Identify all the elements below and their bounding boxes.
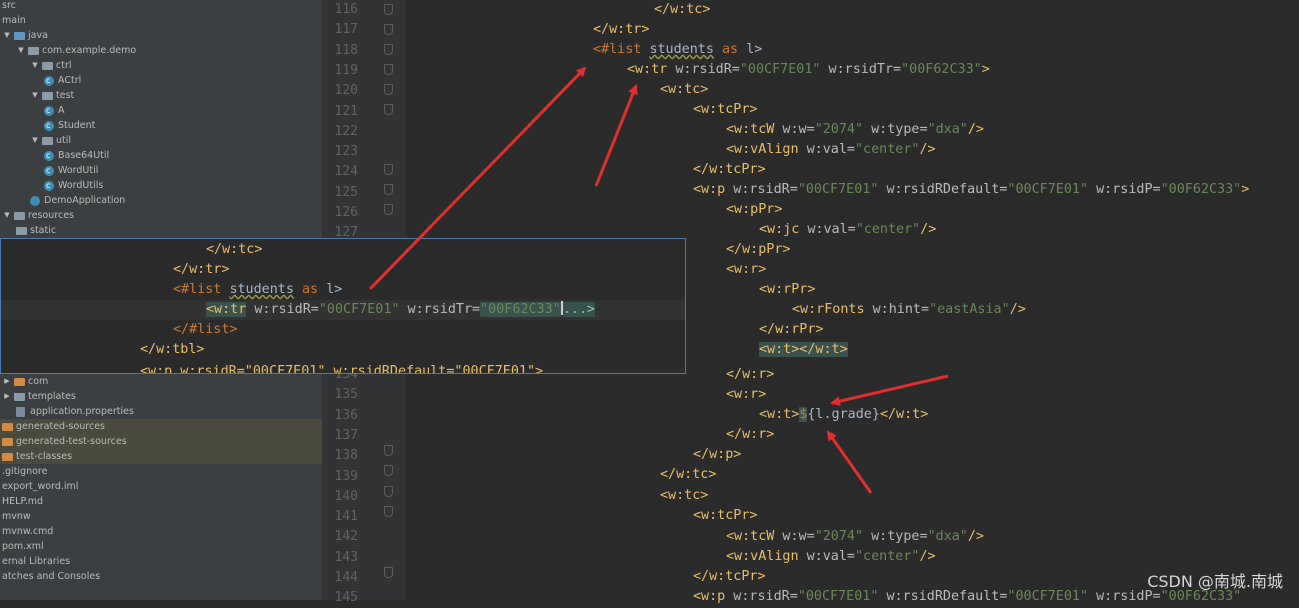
- arrow-to-w-tr: [594, 84, 638, 187]
- watermark: CSDN @南城.南城: [1147, 572, 1283, 591]
- annotation-arrows: [368, 66, 949, 494]
- arrow-to-grade-below: [826, 430, 873, 494]
- arrow-to-grade-right: [830, 374, 949, 407]
- arrow-popup-to-list: [368, 66, 587, 291]
